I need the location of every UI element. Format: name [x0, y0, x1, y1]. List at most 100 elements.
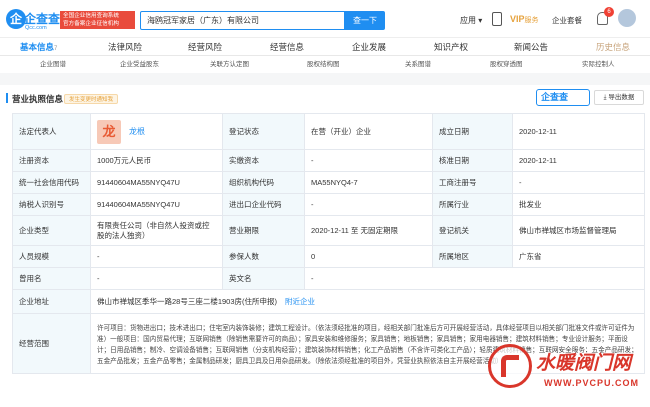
subtab-relation-graph[interactable]: 关系图谱 — [405, 58, 431, 68]
tab-business-risk[interactable]: 经营风险 — [188, 41, 222, 53]
tab-ip[interactable]: 知识产权 — [434, 41, 468, 53]
term-label: 营业期限 — [222, 215, 305, 246]
nav-app-menu[interactable]: 应用 ▾ — [460, 15, 482, 26]
tab-business-info[interactable]: 经营信息 — [270, 41, 304, 53]
industry-label: 所属行业 — [432, 193, 513, 216]
english-name-value: - — [304, 267, 645, 290]
sub-tabs: 企业图谱 企业受益股东 关联方认定图 股权结构图 关系图谱 股权穿透图 实际控制… — [0, 56, 650, 69]
scope-label: 经营范围 — [12, 313, 91, 374]
paid-capital-label: 实缴资本 — [222, 149, 305, 172]
table-row: 注册资本 1000万元人民币 实缴资本 - 核准日期 2020-12-11 — [12, 149, 645, 172]
qcc-logo[interactable]: 企 企查查 Qcc.com — [6, 8, 60, 34]
table-row: 企业类型 有限责任公司（非自然人投资或控股的法人独资） 营业期限 2020-12… — [12, 215, 645, 246]
nav-vip-service[interactable]: VIP服务 — [510, 14, 539, 25]
staff-value: - — [90, 245, 223, 268]
user-avatar[interactable] — [618, 9, 636, 27]
download-icon: ⤓ — [603, 94, 607, 101]
founded-label: 成立日期 — [432, 113, 513, 150]
address-value: 佛山市禅城区季华一路28号三座二楼1903房(住所申报) — [97, 296, 278, 306]
legal-rep-link[interactable]: 龙根 — [129, 127, 145, 137]
watermark-url: WWW.PVCPU.COM — [544, 378, 639, 388]
subtab-equity-penetration[interactable]: 股权穿透图 — [490, 58, 523, 68]
taxpayer-value: 91440604MA55NYQ47U — [90, 193, 223, 216]
subtab-controller[interactable]: 实际控制人 — [582, 58, 615, 68]
subtab-related-party[interactable]: 关联方认定图 — [210, 58, 249, 68]
section-accent-bar — [6, 93, 8, 103]
org-code-value: MA55NYQ4-7 — [304, 171, 433, 194]
address-cell: 佛山市禅城区季华一路28号三座二楼1903房(住所申报) 附近企业 — [90, 289, 645, 314]
tag-line-2: 官方备案企业征信机构 — [63, 21, 119, 27]
approval-label: 核准日期 — [432, 149, 513, 172]
status-label: 登记状态 — [222, 113, 305, 150]
authority-label: 登记机关 — [432, 215, 513, 246]
type-value: 有限责任公司（非自然人投资或控股的法人独资） — [90, 215, 223, 246]
former-name-value: - — [90, 267, 223, 290]
legal-rep-cell: 龙 龙根 — [90, 113, 223, 150]
tab-development[interactable]: 企业发展 — [352, 41, 386, 53]
logo-mark-icon: 企 — [6, 9, 26, 29]
top-header: 企 企查查 Qcc.com 全国企业信用查询系统 官方备案企业征信机构 查一下 … — [0, 0, 650, 38]
table-row: 纳税人识别号 91440604MA55NYQ47U 进出口企业代码 - 所属行业… — [12, 193, 645, 216]
region-value: 广东省 — [512, 245, 645, 268]
business-license-table: 法定代表人 龙 龙根 登记状态 在营（开业）企业 成立日期 2020-12-11… — [12, 113, 645, 374]
subtab-equity-structure[interactable]: 股权结构图 — [307, 58, 340, 68]
approval-value: 2020-12-11 — [512, 149, 645, 172]
staff-label: 人员规模 — [12, 245, 91, 268]
tab-label: 基本信息 — [20, 42, 55, 52]
table-row: 企业地址 佛山市禅城区季华一路28号三座二楼1903房(住所申报) 附近企业 — [12, 289, 645, 314]
vip-suffix: 服务 — [524, 17, 539, 24]
nav-app-label: 应用 — [460, 16, 476, 25]
table-row: 统一社会信用代码 91440604MA55NYQ47U 组织机构代码 MA55N… — [12, 171, 645, 194]
subtab-enterprise-graph[interactable]: 企业图谱 — [40, 58, 66, 68]
biz-reg-value: - — [512, 171, 645, 194]
table-row: 人员规模 - 参保人数 0 所属地区 广东省 — [12, 245, 645, 268]
import-export-value: - — [304, 193, 433, 216]
import-export-label: 进出口企业代码 — [222, 193, 305, 216]
nav-enterprise-plan[interactable]: 企业套餐 — [552, 15, 582, 26]
tab-count: 7 — [54, 46, 58, 52]
type-label: 企业类型 — [12, 215, 91, 246]
vip-label: VIP — [510, 14, 525, 24]
status-value: 在营（开业）企业 — [304, 113, 433, 150]
watermark-logo-icon — [488, 344, 532, 388]
search-input[interactable] — [140, 11, 345, 30]
notification-badge: 6 — [604, 7, 614, 17]
paid-capital-value: - — [304, 149, 433, 172]
org-code-label: 组织机构代码 — [222, 171, 305, 194]
notify-change-button[interactable]: 发生变更时通知我 — [64, 94, 119, 104]
founded-value: 2020-12-11 — [512, 113, 645, 150]
nearby-companies-link[interactable]: 附近企业 — [285, 297, 315, 306]
credit-code-label: 统一社会信用代码 — [12, 171, 91, 194]
tab-basic-info[interactable]: 基本信息7 — [20, 41, 57, 53]
tab-legal-risk[interactable]: 法律风险 — [108, 41, 142, 53]
industry-value: 批发业 — [512, 193, 645, 216]
main-tabs: 基本信息7 法律风险 经营风险 经营信息 企业发展 知识产权 新闻公告 历史信息 — [0, 38, 650, 56]
brand-logo: 企查查 — [536, 89, 590, 106]
tab-history[interactable]: 历史信息 — [596, 41, 630, 53]
subtab-beneficiary[interactable]: 企业受益股东 — [120, 58, 159, 68]
authority-value: 佛山市禅城区市场监督管理局 — [512, 215, 645, 246]
reg-capital-label: 注册资本 — [12, 149, 91, 172]
term-value: 2020-12-11 至 无固定期限 — [304, 215, 433, 246]
tab-news[interactable]: 新闻公告 — [514, 41, 548, 53]
credit-code-value: 91440604MA55NYQ47U — [90, 171, 223, 194]
table-row: 法定代表人 龙 龙根 登记状态 在营（开业）企业 成立日期 2020-12-11 — [12, 113, 645, 150]
insured-value: 0 — [304, 245, 433, 268]
section-title: 营业执照信息 — [12, 94, 64, 104]
site-watermark: 水暖阀门网 WWW.PVCPU.COM — [488, 338, 648, 404]
export-data-button[interactable]: ⤓ 导出数据 — [594, 90, 644, 105]
section-divider — [0, 73, 650, 85]
former-name-label: 曾用名 — [12, 267, 91, 290]
legal-rep-label: 法定代表人 — [12, 113, 91, 150]
search-button[interactable]: 查一下 — [345, 11, 385, 30]
region-label: 所属地区 — [432, 245, 513, 268]
table-row: 曾用名 - 英文名 - — [12, 267, 645, 290]
english-name-label: 英文名 — [222, 267, 305, 290]
logo-subtitle: Qcc.com — [25, 25, 47, 31]
reg-capital-value: 1000万元人民币 — [90, 149, 223, 172]
phone-icon[interactable] — [492, 12, 502, 26]
official-credit-tag: 全国企业信用查询系统 官方备案企业征信机构 — [60, 11, 135, 29]
tag-line-1: 全国企业信用查询系统 — [63, 13, 119, 19]
export-label: 导出数据 — [608, 94, 635, 101]
insured-label: 参保人数 — [222, 245, 305, 268]
